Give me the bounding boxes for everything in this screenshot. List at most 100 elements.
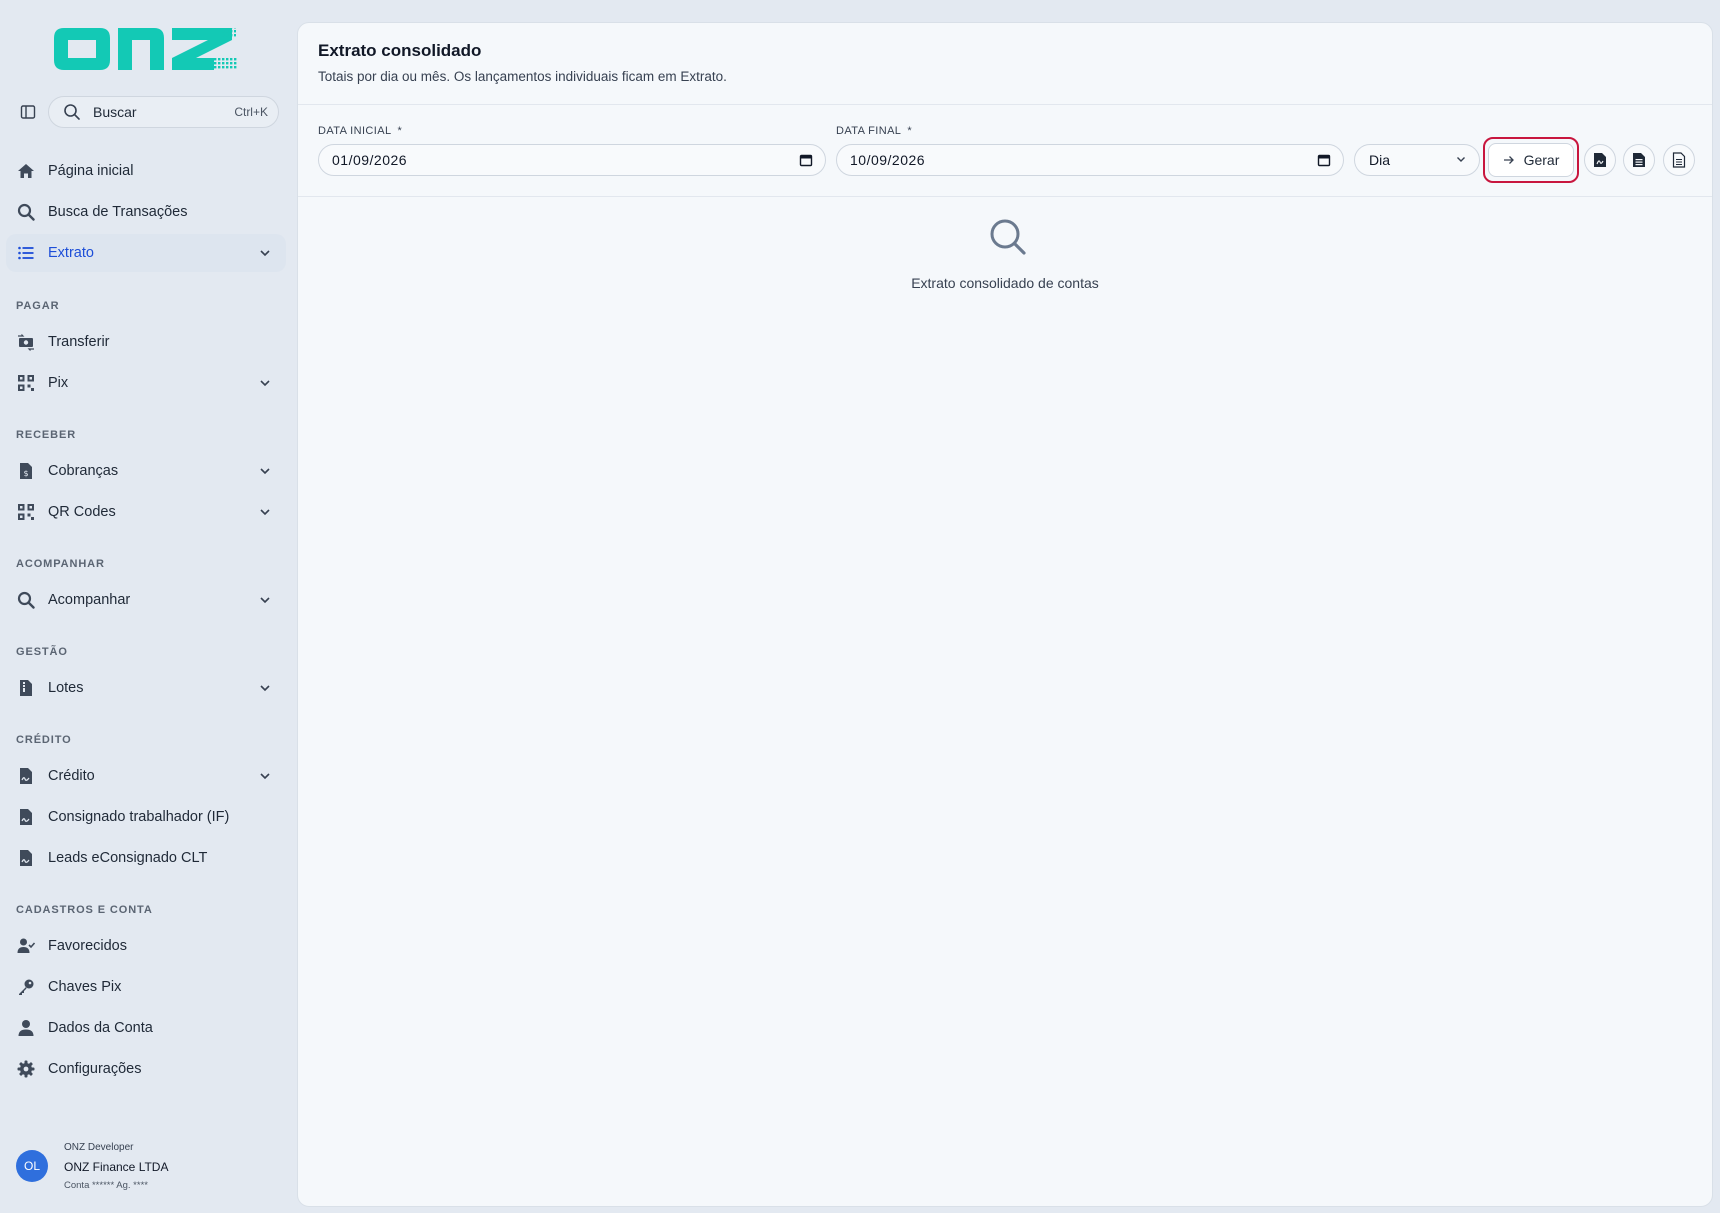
svg-text:$: $	[23, 469, 28, 478]
end-date-label: DATA FINAL *	[836, 125, 913, 137]
money-transfer-icon	[16, 332, 36, 352]
main-panel: Extrato consolidado Totais por dia ou mê…	[297, 22, 1713, 1207]
granularity-value: Dia	[1369, 152, 1391, 168]
file-zipper-icon	[16, 678, 36, 698]
user-profile[interactable]: OL ONZ Developer ONZ Finance LTDA Conta …	[16, 1140, 286, 1196]
empty-state-text: Extrato consolidado de contas	[911, 275, 1099, 291]
sidebar-item-label: Extrato	[48, 245, 94, 261]
sidebar-item-account-data[interactable]: Dados da Conta	[6, 1009, 286, 1047]
sidebar-item-charges[interactable]: $ Cobranças	[6, 452, 286, 490]
sidebar-toggle-icon[interactable]	[18, 103, 38, 121]
onz-logo[interactable]	[54, 22, 239, 76]
search-placeholder: Buscar	[93, 104, 137, 120]
sidebar-item-label: Busca de Transações	[48, 204, 188, 220]
sidebar-item-statement[interactable]: Extrato	[6, 234, 286, 272]
search-icon	[63, 103, 81, 121]
sidebar: Buscar Ctrl+K Página inicial Busca de Tr…	[0, 0, 297, 1213]
sidebar-item-label: Chaves Pix	[48, 979, 122, 995]
filters-divider	[298, 196, 1712, 197]
user-account: Conta ****** Ag. ****	[64, 1180, 148, 1191]
file-pdf-icon	[1593, 152, 1607, 168]
end-date-input[interactable]: 10/09/2026	[836, 144, 1344, 176]
page-title: Extrato consolidado	[318, 41, 482, 60]
section-label-manage: GESTÃO	[16, 646, 68, 658]
chevron-down-icon	[258, 681, 272, 695]
sidebar-item-leads[interactable]: Leads eConsignado CLT	[6, 839, 286, 877]
sidebar-item-label: Favorecidos	[48, 938, 127, 954]
sidebar-item-pix-keys[interactable]: Chaves Pix	[6, 968, 286, 1006]
header-divider	[298, 104, 1712, 105]
sidebar-item-label: Crédito	[48, 768, 95, 784]
sidebar-item-settings[interactable]: Configurações	[6, 1050, 286, 1088]
sidebar-item-home[interactable]: Página inicial	[6, 152, 286, 190]
start-date-value: 01/09/2026	[332, 152, 408, 168]
sidebar-item-qr-codes[interactable]: QR Codes	[6, 493, 286, 531]
sidebar-item-label: Cobranças	[48, 463, 119, 479]
sidebar-item-credit[interactable]: Crédito	[6, 757, 286, 795]
sidebar-item-batches[interactable]: Lotes	[6, 669, 286, 707]
sidebar-item-label: Acompanhar	[48, 592, 131, 608]
export-text-button[interactable]	[1663, 144, 1695, 176]
search-input[interactable]: Buscar Ctrl+K	[48, 96, 279, 128]
qr-code-icon	[16, 502, 36, 522]
avatar: OL	[16, 1150, 48, 1182]
user-company: ONZ Finance LTDA	[64, 1160, 169, 1174]
chevron-down-icon	[258, 376, 272, 390]
sidebar-item-label: Página inicial	[48, 163, 134, 179]
sidebar-item-label: Leads eConsignado CLT	[48, 850, 208, 866]
file-text-icon	[1672, 152, 1686, 168]
sidebar-item-label: Consignado trabalhador (IF)	[48, 809, 230, 825]
search-icon	[16, 590, 36, 610]
sidebar-item-label: Lotes	[48, 680, 84, 696]
section-label-track: ACOMPANHAR	[16, 558, 105, 570]
generate-button-label: Gerar	[1523, 152, 1560, 168]
qr-code-icon	[16, 373, 36, 393]
page-subtitle: Totais por dia ou mês. Os lançamentos in…	[318, 69, 727, 84]
chevron-down-icon	[258, 246, 272, 260]
sidebar-item-favorites[interactable]: Favorecidos	[6, 927, 286, 965]
section-label-receive: RECEBER	[16, 429, 77, 441]
search-icon	[990, 219, 1026, 255]
sidebar-item-label: Dados da Conta	[48, 1020, 153, 1036]
app: Buscar Ctrl+K Página inicial Busca de Tr…	[0, 0, 1720, 1213]
chevron-down-icon	[258, 464, 272, 478]
chevron-down-icon	[1455, 152, 1467, 168]
file-signature-icon	[16, 766, 36, 786]
chevron-down-icon	[258, 769, 272, 783]
section-label-pay: PAGAR	[16, 300, 60, 312]
export-pdf-button[interactable]	[1584, 144, 1616, 176]
search-shortcut: Ctrl+K	[234, 105, 268, 119]
search-icon	[16, 202, 36, 222]
arrow-right-icon	[1503, 154, 1515, 166]
sidebar-item-transfer[interactable]: Transferir	[6, 323, 286, 361]
user-icon	[16, 1018, 36, 1038]
granularity-select[interactable]: Dia	[1354, 144, 1480, 176]
list-icon	[16, 243, 36, 263]
invoice-dollar-icon: $	[16, 461, 36, 481]
sidebar-item-track[interactable]: Acompanhar	[6, 581, 286, 619]
file-signature-icon	[16, 807, 36, 827]
gear-icon	[16, 1059, 36, 1079]
section-label-account: CADASTROS E CONTA	[16, 904, 153, 916]
home-icon	[16, 161, 36, 181]
export-sheet-button[interactable]	[1623, 144, 1655, 176]
start-date-input[interactable]: 01/09/2026	[318, 144, 826, 176]
chevron-down-icon	[258, 505, 272, 519]
end-date-value: 10/09/2026	[850, 152, 926, 168]
user-check-icon	[16, 936, 36, 956]
sidebar-item-payroll-loan[interactable]: Consignado trabalhador (IF)	[6, 798, 286, 836]
calendar-icon[interactable]	[1317, 153, 1331, 167]
chevron-down-icon	[258, 593, 272, 607]
section-label-credit: CRÉDITO	[16, 734, 72, 746]
sidebar-item-pix[interactable]: Pix	[6, 364, 286, 402]
key-icon	[16, 977, 36, 997]
sidebar-item-label: QR Codes	[48, 504, 116, 520]
file-signature-icon	[16, 848, 36, 868]
sidebar-item-transaction-search[interactable]: Busca de Transações	[6, 193, 286, 231]
start-date-label: DATA INICIAL *	[318, 125, 403, 137]
calendar-icon[interactable]	[799, 153, 813, 167]
sidebar-item-label: Pix	[48, 375, 69, 391]
sidebar-item-label: Configurações	[48, 1061, 142, 1077]
sidebar-item-label: Transferir	[48, 334, 110, 350]
generate-button[interactable]: Gerar	[1488, 143, 1574, 177]
